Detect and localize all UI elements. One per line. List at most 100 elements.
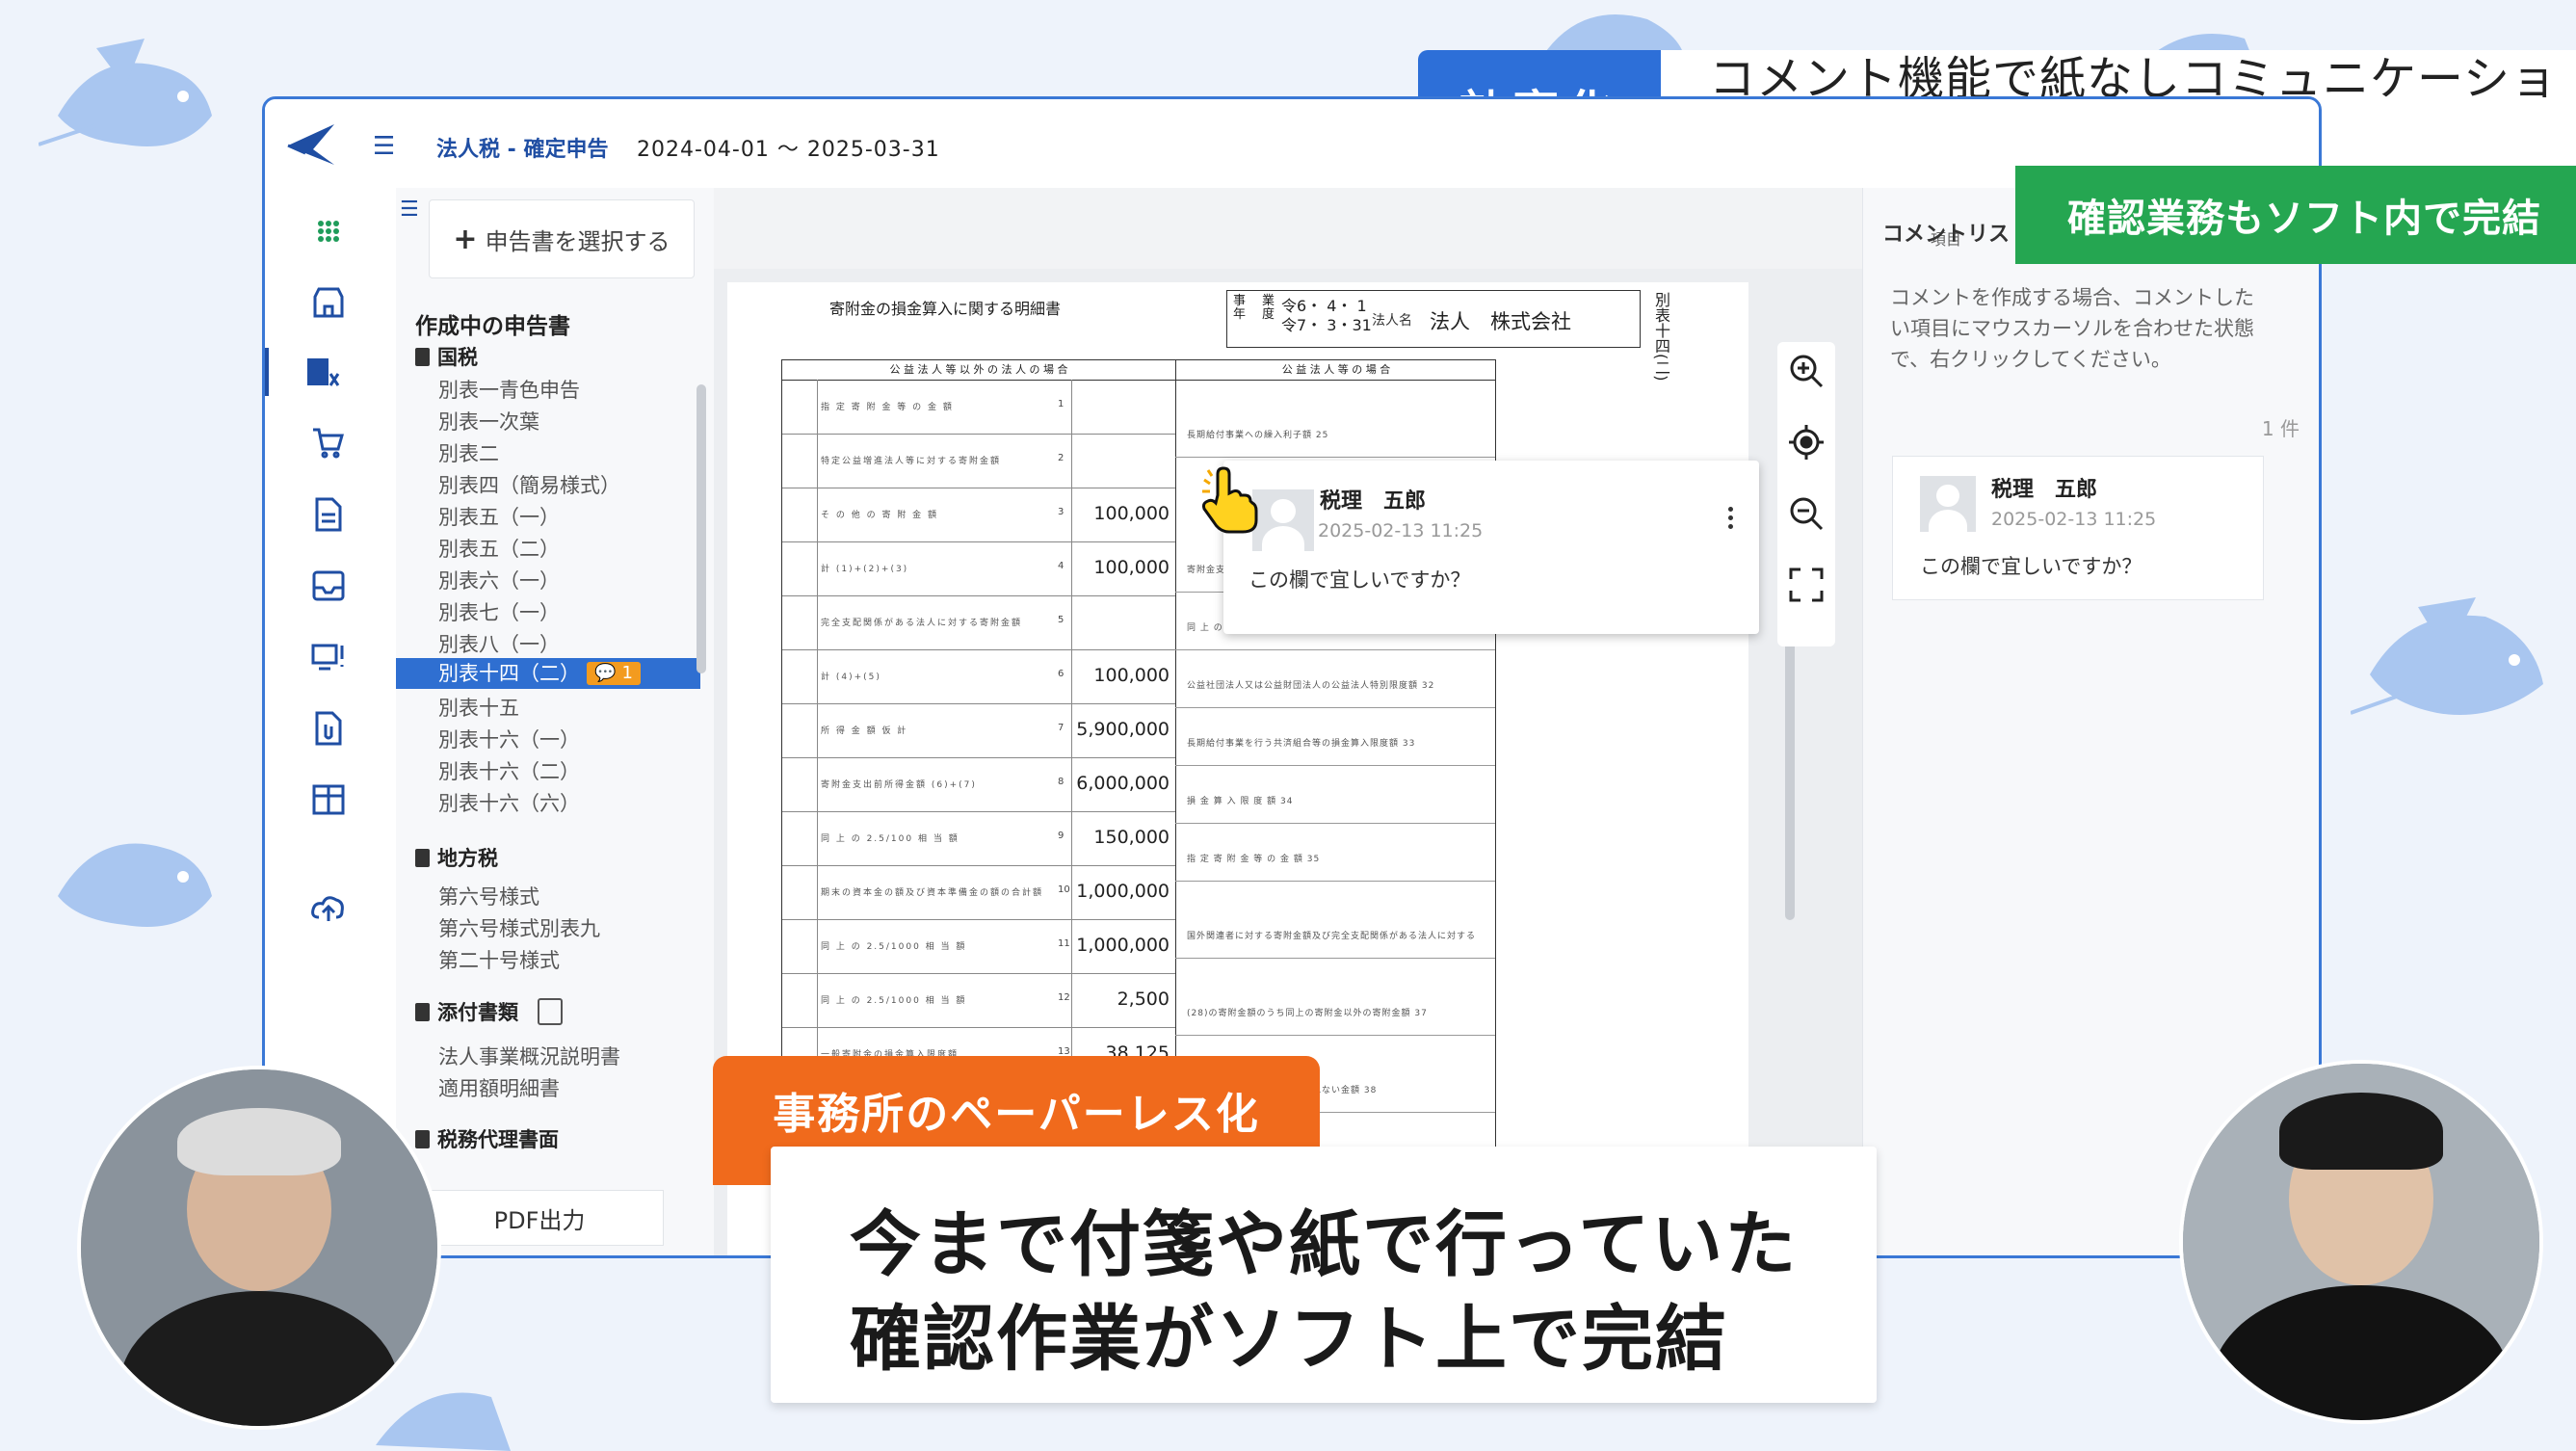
form-row-number: 5 bbox=[1058, 615, 1065, 625]
locate-icon[interactable] bbox=[1787, 423, 1826, 462]
form-row[interactable]: 特定公益増進法人等に対する寄附金額 2 bbox=[782, 434, 1175, 488]
tree-item[interactable]: 別表八（一） bbox=[438, 629, 560, 658]
form-row[interactable]: 寄附金支出前所得金額 (6)+(7) 8 6,000,000 bbox=[782, 757, 1175, 812]
form-right-row[interactable]: 公益社団法人又は公益財団法人の公益法人特別限度額 32 bbox=[1187, 678, 1476, 691]
tree-item[interactable]: 別表十六（二） bbox=[438, 756, 580, 785]
tree-item[interactable]: 別表十五 bbox=[438, 693, 519, 722]
form-rule bbox=[1175, 958, 1495, 959]
form-row[interactable]: 期末の資本金の額及び資本準備金の額の合計額 10 1,000,000 bbox=[782, 865, 1175, 920]
form-right-row[interactable]: (28)の寄附金額のうち同上の寄附金以外の寄附金額 37 bbox=[1187, 1006, 1476, 1018]
form-row-label: 同 上 の 2.5/100 相 当 額 bbox=[821, 834, 959, 844]
doc-toolbar bbox=[714, 188, 1862, 269]
form-right-row[interactable]: 指 定 寄 附 金 等 の 金 額 35 bbox=[1187, 852, 1476, 864]
form-row[interactable]: 指 定 寄 附 金 等 の 金 額 1 bbox=[782, 380, 1175, 435]
tree-item[interactable]: 別表二 bbox=[438, 438, 499, 467]
zoom-out-icon[interactable] bbox=[1787, 494, 1826, 533]
form-row-value: 5,900,000 bbox=[1076, 719, 1170, 740]
bird-mascot-icon bbox=[58, 843, 212, 927]
comment-author: 税理 五郎 bbox=[1991, 478, 2098, 502]
tree-item[interactable]: 別表十六（六） bbox=[438, 788, 580, 817]
form-row[interactable]: 同 上 の 2.5/1000 相 当 額 11 1,000,000 bbox=[782, 919, 1175, 974]
form-rule bbox=[1175, 823, 1495, 824]
form-row[interactable]: 所 得 金 額 仮 計 7 5,900,000 bbox=[782, 703, 1175, 758]
form-corp-name: 法人 株式会社 bbox=[1430, 310, 1571, 333]
pdf-export-button[interactable]: PDF出力 bbox=[415, 1190, 664, 1246]
caption-line-1: 今まで付箋や紙で行っていた bbox=[850, 1203, 1799, 1286]
document-icon[interactable] bbox=[300, 490, 357, 539]
tree-item[interactable]: 別表四（簡易様式） bbox=[438, 470, 620, 499]
form-right-row[interactable]: 長期給付事業を行う共済組合等の損金算入限度額 33 bbox=[1187, 736, 1476, 749]
app-header: ☰ 法人税 - 確定申告 2024-04-01 〜 2025-03-31 bbox=[265, 99, 2319, 189]
tree-item-active[interactable]: 別表十四（二） 💬 1 bbox=[396, 658, 700, 689]
form-corp-label: 法人名 bbox=[1372, 313, 1412, 329]
attachment-file-icon[interactable] bbox=[300, 704, 357, 752]
tax-form-icon[interactable] bbox=[265, 348, 396, 396]
zoom-toolbar bbox=[1777, 342, 1835, 646]
form-row[interactable]: そ の 他 の 寄 附 金 額 3 100,000 bbox=[782, 488, 1175, 542]
form-row[interactable]: 同 上 の 2.5/1000 相 当 額 12 2,500 bbox=[782, 973, 1175, 1028]
form-right-row[interactable]: 損 金 算 入 限 度 額 34 bbox=[1187, 794, 1476, 806]
tree-item[interactable]: 第二十号様式 bbox=[438, 945, 560, 974]
tag-confirm-in-software: 確認業務もソフト内で完結 bbox=[2015, 166, 2576, 264]
form-rule bbox=[1175, 649, 1495, 650]
form-row[interactable]: 同 上 の 2.5/100 相 当 額 9 150,000 bbox=[782, 811, 1175, 866]
panel-scrollbar[interactable] bbox=[697, 384, 706, 673]
select-return-button[interactable]: + 申告書を選択する bbox=[429, 199, 695, 278]
form-rule bbox=[1175, 881, 1495, 882]
cloud-upload-icon[interactable] bbox=[300, 884, 357, 932]
tree-item[interactable]: 別表一青色申告 bbox=[438, 375, 580, 404]
inbox-icon[interactable] bbox=[300, 562, 357, 610]
apps-icon[interactable] bbox=[300, 207, 357, 255]
tree-item[interactable]: 別表五（二） bbox=[438, 534, 560, 563]
panel-collapse-icon[interactable]: ☰ bbox=[400, 198, 419, 222]
comment-card[interactable]: 税理 五郎 2025-02-13 11:25 この欄で宜しいですか？ bbox=[1892, 456, 2264, 600]
section-attachments[interactable]: 添付書類 bbox=[415, 997, 563, 1026]
form-right-row[interactable]: 国外関連者に対する寄附金額及び完全支配関係がある法人に対する寄附金額 36 bbox=[1187, 929, 1476, 941]
form-row-number: 8 bbox=[1058, 777, 1065, 787]
form-row-number: 3 bbox=[1058, 507, 1065, 517]
cart-discount-icon[interactable] bbox=[300, 419, 357, 467]
form-row[interactable]: 計 (1)+(2)+(3) 4 100,000 bbox=[782, 541, 1175, 596]
form-row-value: 150,000 bbox=[1093, 827, 1170, 848]
avatar bbox=[1252, 489, 1314, 551]
tree-item[interactable]: 別表六（一） bbox=[438, 566, 560, 594]
tree-item[interactable]: 第六号様式別表九 bbox=[438, 913, 600, 942]
monitor-alert-icon[interactable] bbox=[300, 633, 357, 681]
more-options-icon[interactable] bbox=[1728, 507, 1734, 536]
tree-item[interactable]: 別表五（一） bbox=[438, 502, 560, 531]
comment-list-title: コメントリスト bbox=[1882, 223, 2032, 247]
tree-item[interactable]: 別表一次葉 bbox=[438, 407, 539, 435]
section-local-tax[interactable]: 地方税 bbox=[415, 843, 498, 872]
form-row-value: 100,000 bbox=[1093, 557, 1170, 578]
store-icon[interactable] bbox=[300, 278, 357, 327]
tree-item[interactable]: 法人事業概況説明書 bbox=[438, 1042, 620, 1070]
copy-icon[interactable] bbox=[538, 998, 563, 1025]
menu-toggle-icon[interactable]: ☰ bbox=[373, 132, 395, 161]
zoom-in-icon[interactable] bbox=[1787, 352, 1826, 390]
comment-time: 2025-02-13 11:25 bbox=[1991, 509, 2157, 530]
bird-mascot-icon bbox=[39, 39, 212, 146]
tree-item[interactable]: 別表七（一） bbox=[438, 597, 560, 626]
form-row-label: 期末の資本金の額及び資本準備金の額の合計額 bbox=[821, 888, 1044, 898]
form-row-label: 計 (4)+(5) bbox=[821, 673, 881, 682]
form-title: 寄附金の損金算入に関する明細書 bbox=[829, 300, 1062, 318]
form-row-label: 特定公益増進法人等に対する寄附金額 bbox=[821, 457, 1002, 466]
section-national-tax[interactable]: 国税 bbox=[415, 342, 478, 371]
tree-item[interactable]: 適用額明細書 bbox=[438, 1073, 560, 1102]
tree-item[interactable]: 第六号様式 bbox=[438, 882, 539, 910]
form-row[interactable]: 計 (4)+(5) 6 100,000 bbox=[782, 649, 1175, 704]
fullscreen-icon[interactable] bbox=[1787, 566, 1826, 604]
breadcrumb[interactable]: 法人税 - 確定申告 bbox=[436, 132, 608, 163]
form-right-row[interactable]: 長期給付事業への繰入利子額 25 bbox=[1187, 428, 1476, 440]
form-row-value: 1,000,000 bbox=[1076, 935, 1170, 956]
form-row-value: 100,000 bbox=[1093, 503, 1170, 524]
form-row-label: 計 (1)+(2)+(3) bbox=[821, 565, 909, 574]
table-icon[interactable] bbox=[300, 776, 357, 824]
bird-mascot-icon bbox=[2351, 597, 2543, 715]
form-row-label: 指 定 寄 附 金 等 の 金 額 bbox=[821, 403, 954, 412]
tree-item[interactable]: 別表十六（一） bbox=[438, 725, 580, 753]
app-logo-icon bbox=[287, 124, 334, 165]
form-row[interactable]: 完全支配関係がある法人に対する寄附金額 5 bbox=[782, 595, 1175, 650]
comment-popup[interactable]: 税理 五郎 2025-02-13 11:25 この欄で宜しいですか？ bbox=[1223, 461, 1759, 634]
avatar bbox=[1920, 476, 1976, 532]
